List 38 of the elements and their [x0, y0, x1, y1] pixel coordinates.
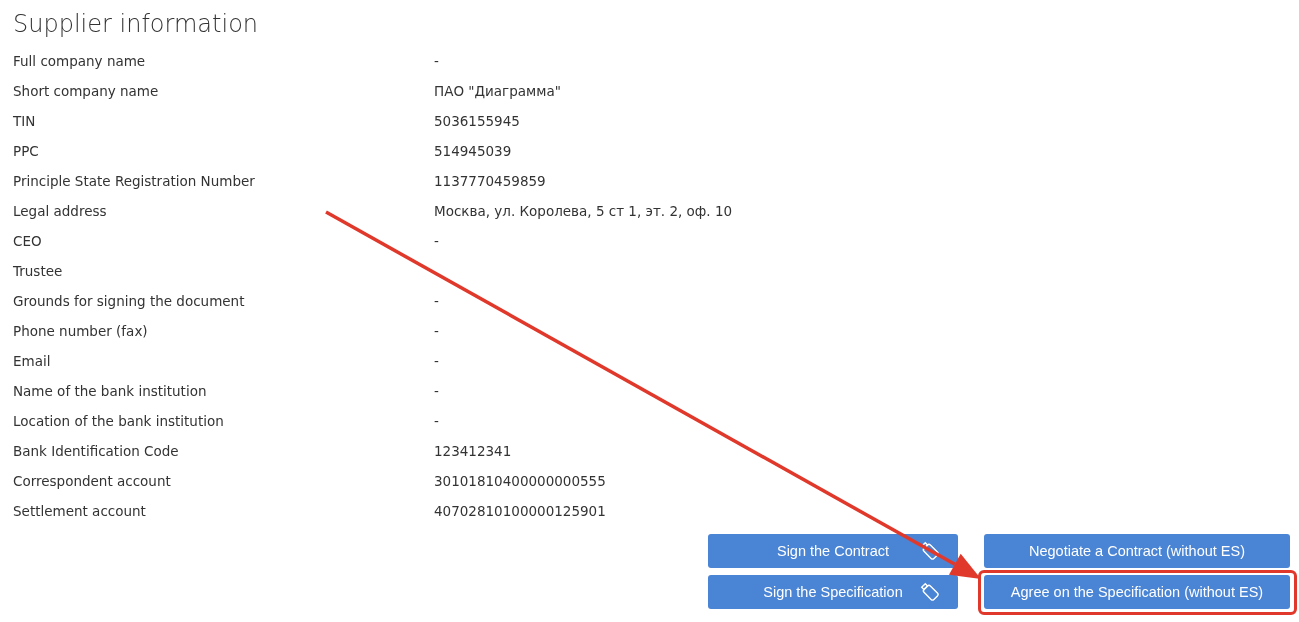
- field-label: Location of the bank institution: [13, 412, 224, 431]
- field-label: Legal address: [13, 202, 107, 221]
- field-label: PPC: [13, 142, 39, 161]
- field-label: Grounds for signing the document: [13, 292, 245, 311]
- field-value: -: [434, 292, 439, 311]
- field-label: Phone number (fax): [13, 322, 148, 341]
- usb-key-icon: [920, 582, 940, 602]
- field-label: Bank Identification Code: [13, 442, 179, 461]
- field-label: Settlement account: [13, 502, 146, 521]
- field-label: TIN: [13, 112, 36, 131]
- field-label: Full company name: [13, 52, 146, 71]
- field-value: 123412341: [434, 442, 512, 461]
- field-label: Short company name: [13, 82, 159, 101]
- field-label: Principle State Registration Number: [13, 172, 255, 191]
- field-value: 1137770459859: [434, 172, 546, 191]
- field-value: -: [434, 352, 439, 371]
- field-value: -: [434, 412, 439, 431]
- field-label: Email: [13, 352, 51, 371]
- field-value: -: [434, 322, 439, 341]
- field-value: 40702810100000125901: [434, 502, 606, 521]
- field-value: 5036155945: [434, 112, 520, 131]
- sign-button[interactable]: Sign the Contract: [708, 534, 958, 568]
- field-value: -: [434, 232, 439, 251]
- sign-button[interactable]: Sign the Specification: [708, 575, 958, 609]
- field-label: Correspondent account: [13, 472, 171, 491]
- field-value: ПАО "Диаграмма": [434, 82, 561, 101]
- section-title: Supplier information: [13, 9, 259, 40]
- usb-key-icon: [920, 541, 940, 561]
- field-value: -: [434, 382, 439, 401]
- action-button[interactable]: Agree on the Specification (without ES): [984, 575, 1290, 609]
- field-value: 514945039: [434, 142, 512, 161]
- field-label: Name of the bank institution: [13, 382, 207, 401]
- field-value: -: [434, 52, 439, 71]
- field-value: Москва, ул. Королева, 5 ст 1, эт. 2, оф. 10: [434, 202, 733, 221]
- field-value: 30101810400000000555: [434, 472, 606, 491]
- action-button[interactable]: Negotiate a Contract (without ES): [984, 534, 1290, 568]
- field-label: Trustee: [13, 262, 63, 281]
- field-label: CEO: [13, 232, 42, 251]
